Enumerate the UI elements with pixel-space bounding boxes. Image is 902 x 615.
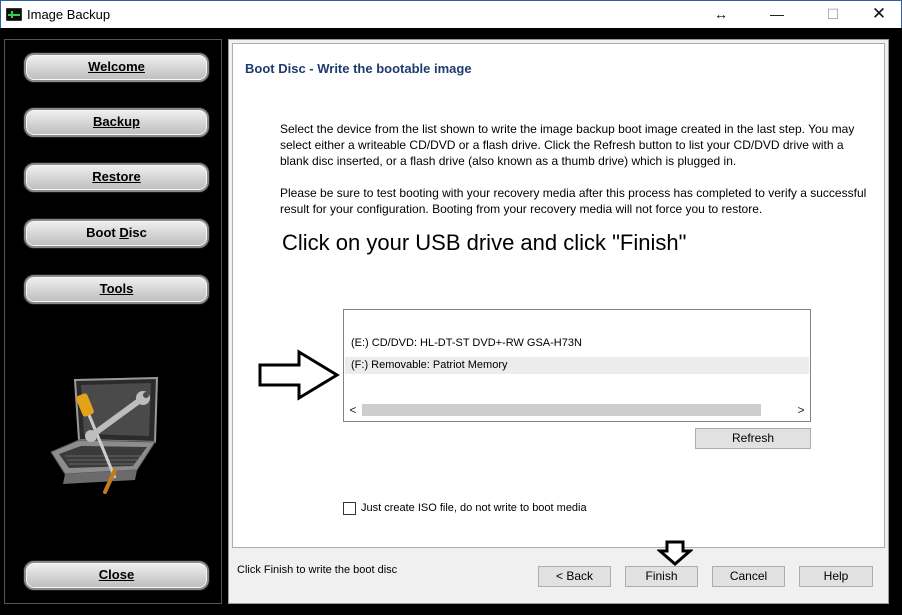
finish-button[interactable]: Finish	[625, 566, 698, 587]
help-button[interactable]: Help	[799, 566, 873, 587]
nav-backup-button[interactable]: Backup	[24, 108, 209, 137]
iso-checkbox-label[interactable]: Just create ISO file, do not write to bo…	[361, 502, 587, 515]
nav-boot-disc-button[interactable]: Boot Disc	[24, 219, 209, 248]
nav-restore-button[interactable]: Restore	[24, 163, 209, 192]
page-title: Boot Disc - Write the bootable image	[245, 61, 472, 76]
down-arrow-icon	[657, 540, 693, 566]
window-title: Image Backup	[27, 7, 111, 22]
app-icon	[6, 8, 22, 21]
back-button[interactable]: < Back	[538, 566, 611, 587]
instructions-paragraph-2: Please be sure to test booting with your…	[280, 186, 867, 216]
scrollbar-thumb[interactable]	[362, 404, 761, 416]
maximize-button[interactable]: ☐	[821, 4, 845, 24]
content-area: Boot Disc - Write the bootable image Sel…	[232, 43, 885, 548]
device-listbox[interactable]: (E:) CD/DVD: HL-DT-ST DVD+-RW GSA-H73N (…	[343, 309, 811, 422]
scroll-left-icon[interactable]: <	[345, 401, 361, 419]
sidebar: Welcome Backup Restore Boot Disc Tools C…	[4, 39, 222, 604]
title-bar: Image Backup ↔ — ☐ ✕	[0, 0, 902, 28]
laptop-with-tools-icon	[50, 376, 159, 494]
boot-disc-label-post: isc	[128, 225, 147, 240]
resize-icon: ↔	[714, 6, 728, 22]
close-button[interactable]: Close	[24, 561, 209, 590]
nav-tools-button[interactable]: Tools	[24, 275, 209, 304]
iso-checkbox[interactable]	[343, 502, 356, 515]
close-window-button[interactable]: ✕	[867, 4, 891, 24]
minimize-button[interactable]: —	[765, 4, 789, 24]
device-item-usb[interactable]: (F:) Removable: Patriot Memory	[345, 357, 809, 374]
nav-welcome-button[interactable]: Welcome	[24, 53, 209, 82]
main-panel: Boot Disc - Write the bootable image Sel…	[228, 39, 889, 604]
usb-instruction-text: Click on your USB drive and click "Finis…	[282, 230, 687, 255]
boot-disc-label-accel: D	[119, 225, 129, 240]
scroll-right-icon[interactable]: >	[793, 401, 809, 419]
boot-disc-label-pre: Boot	[86, 225, 120, 240]
instructions-paragraph-1: Select the device from the list shown to…	[280, 122, 855, 168]
right-arrow-icon	[258, 349, 340, 401]
horizontal-scrollbar[interactable]: < >	[345, 401, 809, 419]
status-text: Click Finish to write the boot disc	[237, 564, 398, 576]
device-item-cd-dvd[interactable]: (E:) CD/DVD: HL-DT-ST DVD+-RW GSA-H73N	[345, 335, 809, 352]
refresh-button[interactable]: Refresh	[695, 428, 811, 449]
cancel-button[interactable]: Cancel	[712, 566, 785, 587]
